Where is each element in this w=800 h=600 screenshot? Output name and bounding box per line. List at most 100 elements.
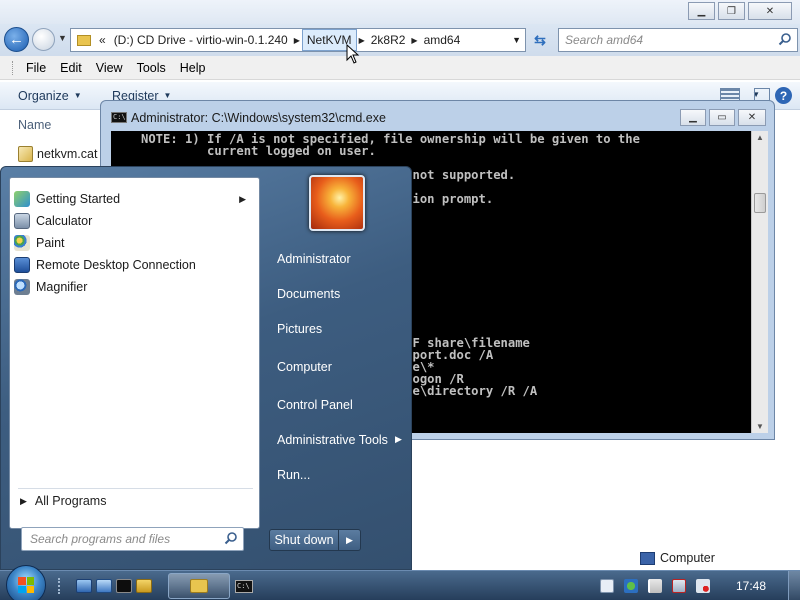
taskbar-cmd-button[interactable]: C:\ (232, 573, 256, 599)
cmd-close-button[interactable]: ✕ (738, 109, 766, 126)
scroll-up-icon[interactable]: ▲ (756, 133, 764, 142)
start-search-input[interactable]: Search programs and files (21, 527, 244, 551)
close-button[interactable]: ✕ (748, 2, 792, 20)
menu-file[interactable]: File (19, 61, 53, 75)
start-menu: Getting Started ▶ Calculator Paint Remot… (0, 166, 412, 570)
search-input[interactable]: Search amd64 (558, 28, 798, 52)
program-calculator[interactable]: Calculator (14, 210, 254, 232)
refresh-button[interactable]: ⇆ (528, 28, 552, 52)
sm-control-panel[interactable]: Control Panel (277, 398, 353, 412)
chevron-down-icon: ▼ (73, 91, 82, 100)
volume-muted-icon[interactable] (696, 579, 710, 593)
cmd-minimize-button[interactable]: ▁ (680, 109, 706, 126)
menu-grip (12, 60, 15, 75)
organize-button[interactable]: Organize ▼ (18, 89, 82, 103)
breadcrumb-drive[interactable]: (D:) CD Drive - virtio-win-0.1.240 (110, 29, 292, 51)
user-picture[interactable] (309, 175, 365, 231)
address-history-dropdown[interactable]: ▼ (512, 35, 521, 45)
program-getting-started[interactable]: Getting Started ▶ (14, 188, 254, 210)
magnifier-icon (14, 279, 30, 295)
minimize-button[interactable]: ▁ (688, 2, 715, 20)
shutdown-button[interactable]: Shut down (269, 529, 339, 551)
status-location: Computer (640, 551, 715, 565)
help-icon[interactable]: ? (775, 87, 792, 104)
program-magnifier[interactable]: Magnifier (14, 276, 254, 298)
breadcrumb-overflow[interactable]: « (95, 29, 110, 51)
scrollbar-thumb[interactable] (754, 193, 766, 213)
organize-label: Organize (18, 88, 69, 103)
program-label: Paint (36, 236, 65, 250)
sm-administrative-tools[interactable]: Administrative Tools (277, 433, 388, 447)
cmd-maximize-button[interactable]: ▭ (709, 109, 735, 126)
search-placeholder: Search amd64 (565, 33, 644, 47)
restore-button[interactable]: ❐ (718, 2, 745, 20)
sm-run[interactable]: Run... (277, 468, 310, 482)
flag-icon[interactable] (648, 579, 662, 593)
scroll-down-icon[interactable]: ▼ (756, 422, 764, 431)
separator (18, 488, 253, 489)
taskbar-explorer-button[interactable] (168, 573, 230, 599)
console-line: current logged on user. (141, 144, 376, 158)
powershell-icon[interactable] (116, 579, 132, 593)
explorer-quicklaunch-icon[interactable] (136, 579, 152, 593)
menu-help[interactable]: Help (173, 61, 213, 75)
folder-icon (77, 34, 91, 46)
forward-button[interactable] (32, 28, 55, 51)
clock[interactable]: 17:48 (736, 579, 766, 593)
program-label: Remote Desktop Connection (36, 258, 196, 272)
all-programs-button[interactable]: ▶ All Programs (20, 494, 106, 508)
console-scrollbar[interactable]: ▲ ▼ (751, 131, 768, 433)
menu-edit[interactable]: Edit (53, 61, 89, 75)
chevron-right-icon[interactable]: ▶ (292, 36, 302, 45)
chevron-right-icon: ▶ (395, 434, 402, 444)
folder-icon (190, 579, 208, 593)
program-paint[interactable]: Paint (14, 232, 254, 254)
column-header-name[interactable]: Name (18, 118, 51, 132)
explorer-titlebar: ▁ ❐ ✕ (0, 0, 800, 24)
sm-computer[interactable]: Computer (277, 360, 332, 374)
breadcrumb-amd64[interactable]: amd64 (420, 29, 465, 51)
recent-pages-dropdown[interactable]: ▼ (58, 33, 67, 43)
sm-documents[interactable]: Documents (277, 287, 340, 301)
cmd-title: Administrator: C:\Windows\system32\cmd.e… (131, 111, 386, 125)
file-name: netkvm.cat (37, 147, 98, 161)
status-location-label: Computer (660, 551, 715, 565)
quick-launch-grip[interactable] (58, 578, 62, 594)
action-center-document-icon[interactable] (600, 579, 614, 593)
menu-view[interactable]: View (89, 61, 130, 75)
address-bar[interactable]: « (D:) CD Drive - virtio-win-0.1.240 ▶ N… (70, 28, 526, 52)
chevron-down-icon: ▼ (163, 91, 172, 100)
show-desktop-icon[interactable] (76, 579, 92, 593)
chevron-right-icon[interactable]: ▶ (409, 36, 419, 45)
chevron-right-icon: ▶ (20, 495, 27, 506)
sm-pictures[interactable]: Pictures (277, 322, 322, 336)
console-icon: C:\ (235, 579, 253, 593)
file-item[interactable]: netkvm.cat (18, 146, 97, 162)
all-programs-label: All Programs (34, 494, 107, 508)
cmd-window-controls: ▁ ▭ ✕ (680, 109, 766, 126)
program-remote-desktop[interactable]: Remote Desktop Connection (14, 254, 254, 276)
show-desktop-button[interactable] (788, 571, 800, 600)
start-button[interactable] (6, 565, 46, 600)
menu-bar: File Edit View Tools Help (0, 56, 800, 80)
paint-icon (14, 235, 30, 251)
sm-administrator[interactable]: Administrator (277, 252, 351, 266)
breadcrumb-2k8r2[interactable]: 2k8R2 (367, 29, 410, 51)
maximize-icon: ▭ (717, 112, 727, 123)
server-manager-icon[interactable] (96, 579, 112, 593)
mouse-cursor-icon (346, 44, 360, 64)
programs-pane: Getting Started ▶ Calculator Paint Remot… (9, 177, 260, 529)
shutdown-label: Shut down (274, 533, 334, 547)
back-button[interactable]: ← (4, 27, 29, 52)
catalog-file-icon (18, 146, 33, 162)
network-disconnected-icon[interactable] (672, 579, 686, 593)
cmd-titlebar[interactable]: C:\ Administrator: C:\Windows\system32\c… (101, 101, 774, 131)
search-icon[interactable] (224, 531, 238, 545)
menu-tools[interactable]: Tools (130, 61, 173, 75)
network-icon[interactable] (624, 579, 638, 593)
search-icon[interactable] (778, 32, 792, 46)
shutdown-options-button[interactable]: ▶ (339, 529, 361, 551)
remote-desktop-icon (14, 257, 30, 273)
program-label: Magnifier (36, 280, 88, 294)
chevron-right-icon: ▶ (346, 534, 353, 545)
